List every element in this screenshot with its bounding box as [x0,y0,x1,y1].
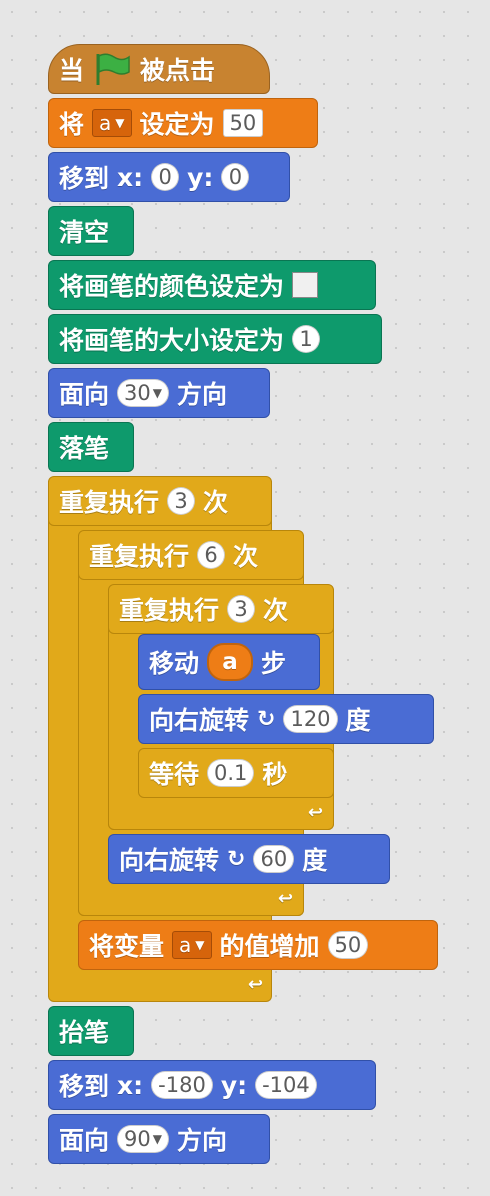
turn-right-block[interactable]: 向右旋转 ↻ 120 度 [138,694,434,744]
go-to-xy-block[interactable]: 移到 x: -180 y: -104 [48,1060,376,1110]
repeat-6-end [78,886,304,916]
move-post-label: 步 [261,649,287,678]
repeat-pre-label: 重复执行 [89,542,190,571]
y-label: y: [220,1070,248,1100]
wait-post-label: 秒 [262,760,288,789]
x-label: x: [117,162,144,192]
pen-size-label: 将画笔的大小设定为 [59,326,285,355]
y-input[interactable]: -104 [255,1071,317,1099]
goto-label: 移到 [59,164,110,193]
x-input[interactable]: -180 [151,1071,213,1099]
clear-block[interactable]: 清空 [48,206,134,256]
point-direction-block[interactable]: 面向 90 ▼ 方向 [48,1114,270,1164]
dropdown-arrow-icon: ▼ [195,938,205,952]
pen-size-input[interactable]: 1 [292,325,321,353]
point-pre-label: 面向 [59,380,110,409]
direction-input[interactable]: 30 ▼ [117,379,169,407]
change-post-label: 的值增加 [219,932,320,961]
point-pre-label: 面向 [59,1126,110,1155]
repeat-3-outer-block[interactable]: 重复执行 3 次 [48,476,272,526]
x-input[interactable]: 0 [151,163,180,191]
variable-dropdown[interactable]: a ▼ [92,109,132,137]
y-label: y: [187,162,214,192]
set-post-label: 设定为 [139,110,215,139]
repeat-3-inner-end [108,800,334,830]
turn-degrees-input[interactable]: 120 [283,705,338,733]
turn-post-label: 度 [345,706,371,735]
y-input[interactable]: 0 [221,163,250,191]
turn-post-label: 度 [302,846,328,875]
variable-a-reporter[interactable]: a [207,643,254,681]
wait-seconds-input[interactable]: 0.1 [207,759,255,787]
dropdown-arrow-icon: ▼ [152,1132,162,1146]
turn-pre-label: 向右旋转 [119,846,220,875]
green-flag-icon [96,53,130,85]
set-variable-block[interactable]: 将 a ▼ 设定为 50 [48,98,318,148]
pen-down-label: 落笔 [59,434,110,463]
hat-post-label: 被点击 [140,56,216,85]
turn-degrees-input[interactable]: 60 [253,845,295,873]
repeat-6-block[interactable]: 重复执行 6 次 [78,530,304,580]
pen-up-label: 抬笔 [59,1018,110,1047]
pen-down-block[interactable]: 落笔 [48,422,134,472]
loop-arrow-icon: ↩ [248,974,264,995]
pen-up-block[interactable]: 抬笔 [48,1006,134,1056]
variable-dropdown[interactable]: a ▼ [172,931,212,959]
repeat-3-outer-end [48,972,272,1002]
set-pen-size-block[interactable]: 将画笔的大小设定为 1 [48,314,382,364]
point-post-label: 方向 [176,1126,227,1155]
repeat-pre-label: 重复执行 [119,596,220,625]
wait-block[interactable]: 等待 0.1 秒 [138,748,334,798]
repeat-pre-label: 重复执行 [59,488,160,517]
move-steps-block[interactable]: 移动 a 步 [138,634,320,690]
turn-right-icon: ↻ [257,706,276,732]
repeat-count-input[interactable]: 3 [167,487,196,515]
loop-arrow-icon: ↩ [308,802,324,823]
direction-input[interactable]: 90 ▼ [117,1125,169,1153]
when-flag-clicked-block[interactable]: 当 被点击 [48,44,270,94]
point-direction-block[interactable]: 面向 30 ▼ 方向 [48,368,270,418]
dropdown-arrow-icon: ▼ [152,386,162,400]
color-swatch[interactable] [292,272,319,298]
repeat-count-input[interactable]: 6 [197,541,226,569]
set-pen-color-block[interactable]: 将画笔的颜色设定为 [48,260,376,310]
x-label: x: [117,1070,144,1100]
set-value-input[interactable]: 50 [222,109,264,137]
dropdown-arrow-icon: ▼ [115,116,125,130]
hat-pre-label: 当 [59,56,85,85]
repeat-count-input[interactable]: 3 [227,595,256,623]
turn-pre-label: 向右旋转 [149,706,250,735]
move-pre-label: 移动 [149,649,200,678]
change-variable-block[interactable]: 将变量 a ▼ 的值增加 50 [78,920,438,970]
clear-label: 清空 [59,218,110,247]
turn-right-icon: ↻ [227,846,246,872]
go-to-xy-block[interactable]: 移到 x: 0 y: 0 [48,152,290,202]
loop-arrow-icon: ↩ [278,888,294,909]
goto-label: 移到 [59,1072,110,1101]
repeat-post-label: 次 [233,542,259,571]
point-post-label: 方向 [176,380,227,409]
repeat-post-label: 次 [263,596,289,625]
wait-pre-label: 等待 [149,760,200,789]
turn-right-block[interactable]: 向右旋转 ↻ 60 度 [108,834,390,884]
set-pre-label: 将 [59,110,85,139]
change-pre-label: 将变量 [89,932,165,961]
pen-color-label: 将画笔的颜色设定为 [59,272,285,301]
change-value-input[interactable]: 50 [327,931,369,959]
repeat-3-inner-block[interactable]: 重复执行 3 次 [108,584,334,634]
repeat-post-label: 次 [203,488,229,517]
